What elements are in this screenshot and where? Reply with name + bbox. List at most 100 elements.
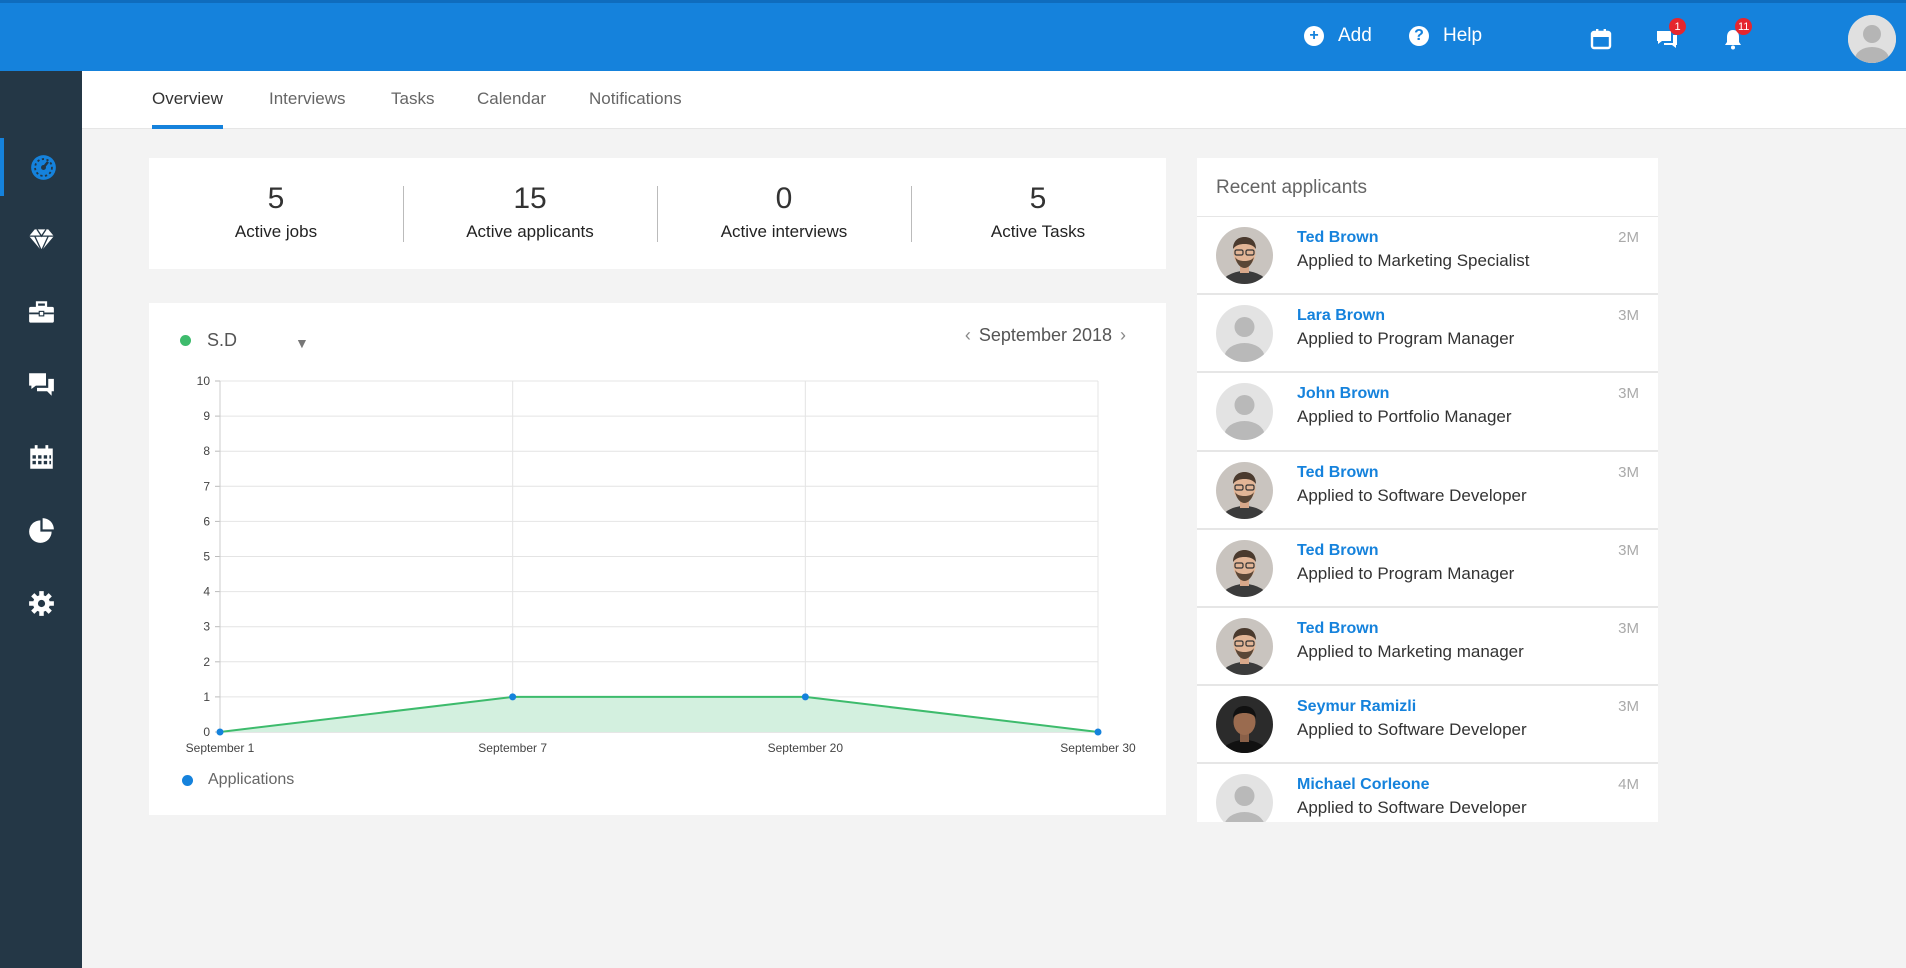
timestamp: 3M xyxy=(1618,385,1639,403)
tab-notifications[interactable]: Notifications xyxy=(589,89,682,129)
stat-label: Active interviews xyxy=(720,222,848,241)
y-tick-label: 2 xyxy=(203,655,210,669)
sidebar-item-calendar[interactable] xyxy=(0,428,82,486)
applicant-name[interactable]: Lara Brown xyxy=(1297,307,1385,325)
applicant-name[interactable]: Michael Corleone xyxy=(1297,776,1429,794)
stat-value: 0 xyxy=(775,182,793,215)
top-bar: + Add ? Help 1 11 xyxy=(0,0,1906,71)
notifications-button[interactable]: 11 xyxy=(1721,18,1753,53)
timestamp: 3M xyxy=(1618,307,1639,325)
applicant-name[interactable]: Ted Brown xyxy=(1297,464,1378,482)
timestamp: 2M xyxy=(1618,229,1639,246)
stat-label: Active Tasks xyxy=(990,222,1086,241)
y-tick-label: 1 xyxy=(203,690,210,704)
plus-circle-icon: + xyxy=(1304,26,1324,46)
series-area-applications xyxy=(220,696,1098,732)
applications-chart-card: S.D ▼ ‹ September 2018 › 0 1 2 3 4 5 6 7 8 9 10 Sep… xyxy=(149,303,1166,815)
applicant-description: Applied to Marketing Specialist xyxy=(1297,251,1530,270)
timestamp: 4M xyxy=(1618,776,1639,794)
briefcase-icon xyxy=(28,300,54,323)
y-tick-label: 8 xyxy=(203,444,210,458)
sidebar-item-dashboard[interactable] xyxy=(0,138,82,196)
add-label: Add xyxy=(1338,25,1372,46)
tab-tasks[interactable]: Tasks xyxy=(391,89,434,129)
applications-chart: 0 1 2 3 4 5 6 7 8 9 10 September 1 September 7 Septem… xyxy=(186,374,1136,755)
x-tick-label: September 20 xyxy=(768,741,844,755)
timestamp: 3M xyxy=(1618,698,1639,716)
help-button[interactable]: ? Help xyxy=(1409,25,1482,47)
tab-overview[interactable]: Overview xyxy=(152,89,223,129)
y-tick-label: 9 xyxy=(203,409,210,423)
stat-label: Active jobs xyxy=(234,222,318,241)
messages-button[interactable]: 1 xyxy=(1655,18,1686,53)
y-tick-label: 5 xyxy=(203,550,210,564)
tab-bar: Overview Interviews Tasks Calendar Notif… xyxy=(82,71,1906,129)
stat-active-jobs[interactable]: 5 Active jobs xyxy=(149,158,403,269)
tab-interviews[interactable]: Interviews xyxy=(269,89,346,129)
sidebar-item-messages[interactable] xyxy=(0,355,82,413)
y-tick-label: 6 xyxy=(203,514,210,528)
avatar xyxy=(1216,696,1273,754)
avatar xyxy=(1216,227,1273,284)
list-item[interactable]: Ted Brown Applied to Software Developer … xyxy=(1197,452,1658,530)
timestamp: 3M xyxy=(1618,463,1639,481)
tab-calendar[interactable]: Calendar xyxy=(477,89,546,129)
y-tick-label: 3 xyxy=(203,620,210,634)
diamond-icon xyxy=(28,228,54,252)
applicant-description: Applied to Program Manager xyxy=(1297,563,1515,583)
stat-value: 15 xyxy=(513,182,547,215)
stats-card: 5 Active jobs 15 Active applicants 0 Act… xyxy=(149,158,1166,269)
dashboard-icon xyxy=(30,154,56,180)
y-tick-label: 10 xyxy=(197,374,211,388)
calendar-icon xyxy=(1590,29,1612,50)
list-item[interactable]: Lara Brown Applied to Program Manager 3M xyxy=(1197,295,1658,374)
applicant-description: Applied to Software Developer xyxy=(1297,798,1527,818)
stat-label: Active applicants xyxy=(466,222,594,241)
help-label: Help xyxy=(1443,25,1483,46)
user-avatar[interactable] xyxy=(1848,15,1896,63)
list-item[interactable]: Ted Brown Applied to Marketing Specialis… xyxy=(1197,217,1658,296)
sidebar-item-briefcase[interactable] xyxy=(0,283,82,341)
data-point xyxy=(509,693,517,701)
recent-applicants-panel: Recent applicants Ted Brown Applied to M… xyxy=(1197,158,1658,822)
notifications-badge: 11 xyxy=(1735,18,1753,35)
avatar xyxy=(1216,461,1273,519)
avatar xyxy=(1216,539,1273,597)
panel-title: Recent applicants xyxy=(1197,158,1658,217)
applicant-name[interactable]: John Brown xyxy=(1297,385,1389,403)
applicant-name[interactable]: Ted Brown xyxy=(1297,542,1378,560)
list-item[interactable]: Ted Brown Applied to Marketing manager 3… xyxy=(1197,608,1658,687)
y-tick-label: 0 xyxy=(203,725,210,739)
list-item[interactable]: Seymur Ramizli Applied to Software Devel… xyxy=(1197,686,1658,765)
applicant-name[interactable]: Seymur Ramizli xyxy=(1297,698,1416,716)
list-item[interactable]: Ted Brown Applied to Program Manager 3M xyxy=(1197,530,1658,608)
stat-active-applicants[interactable]: 15 Active applicants xyxy=(403,158,657,269)
timestamp: 3M xyxy=(1618,619,1639,637)
add-button[interactable]: + Add xyxy=(1304,25,1372,47)
stat-active-tasks[interactable]: 5 Active Tasks xyxy=(911,158,1165,269)
applicant-name[interactable]: Ted Brown xyxy=(1297,620,1378,638)
data-point xyxy=(801,693,809,701)
data-point xyxy=(216,728,224,736)
avatar xyxy=(1216,617,1273,675)
legend-label: Applications xyxy=(208,771,295,788)
list-item[interactable]: John Brown Applied to Portfolio Manager … xyxy=(1197,373,1658,452)
timestamp: 3M xyxy=(1618,541,1639,559)
chat-icon xyxy=(28,372,54,396)
stat-active-interviews[interactable]: 0 Active interviews xyxy=(657,158,911,269)
calendar-icon xyxy=(29,444,53,469)
help-circle-icon: ? xyxy=(1409,26,1429,46)
pie-chart-icon xyxy=(28,517,54,543)
applicant-name[interactable]: Ted Brown xyxy=(1297,229,1378,247)
list-item[interactable]: Michael Corleone Applied to Software Dev… xyxy=(1197,764,1658,822)
stat-value: 5 xyxy=(267,182,285,215)
applicant-description: Applied to Portfolio Manager xyxy=(1297,407,1512,427)
sidebar xyxy=(0,71,82,968)
sidebar-item-jobs[interactable] xyxy=(0,210,82,268)
y-tick-label: 4 xyxy=(203,585,210,599)
calendar-button[interactable] xyxy=(1589,27,1615,53)
sidebar-item-settings[interactable] xyxy=(0,574,82,632)
applicant-description: Applied to Software Developer xyxy=(1297,720,1527,740)
stat-value: 5 xyxy=(1029,182,1047,215)
sidebar-item-reports[interactable] xyxy=(0,501,82,559)
